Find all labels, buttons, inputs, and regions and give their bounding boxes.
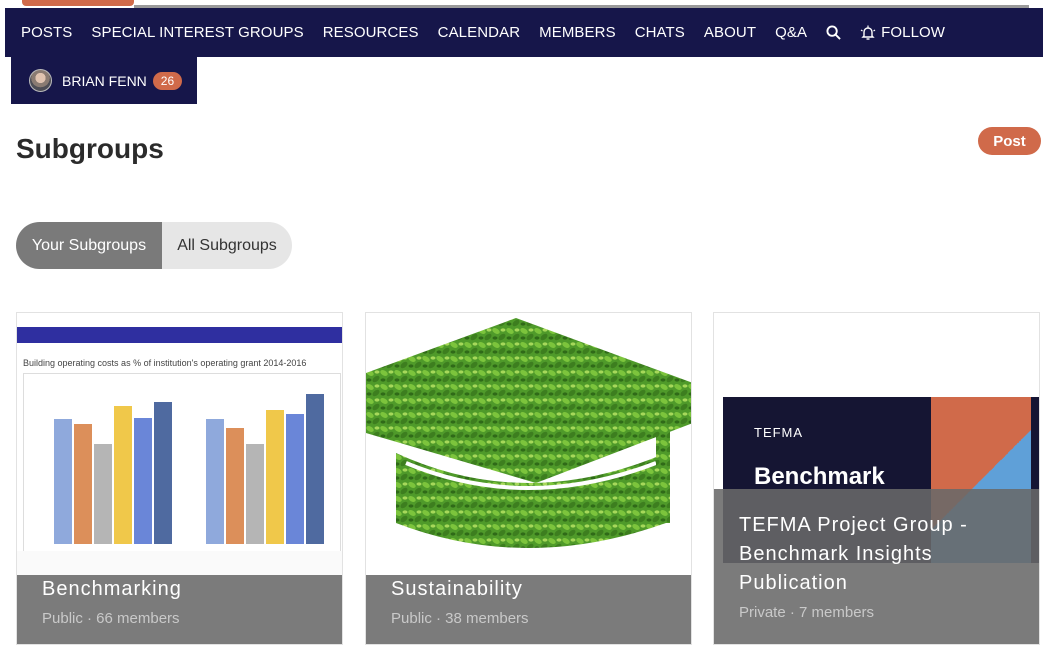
image-bar xyxy=(286,414,304,544)
nav-calendar[interactable]: CALENDAR xyxy=(438,24,521,41)
subgroup-card-benchmarking[interactable]: Building operating costs as % of institu… xyxy=(16,312,343,645)
nav-special-interest-groups[interactable]: SPECIAL INTEREST GROUPS xyxy=(91,24,303,41)
image-bar xyxy=(226,428,244,544)
nav-qa[interactable]: Q&A xyxy=(775,24,807,41)
image-bar xyxy=(266,410,284,544)
nav-resources[interactable]: RESOURCES xyxy=(323,24,419,41)
image-bar xyxy=(94,444,112,544)
card-meta: Public · 66 members xyxy=(42,610,180,627)
image-logo-text: TEFMA xyxy=(754,425,804,440)
follow-label: FOLLOW xyxy=(881,24,946,41)
post-button[interactable]: Post xyxy=(978,127,1041,155)
avatar xyxy=(29,69,52,92)
card-title: Benchmarking xyxy=(42,578,182,600)
card-overlay: Sustainability Public · 38 members xyxy=(366,575,691,644)
image-bar xyxy=(246,444,264,544)
image-bar xyxy=(306,394,324,544)
user-menu[interactable]: BRIAN FENN 26 xyxy=(11,57,197,104)
card-title: TEFMA Project Group - Benchmark Insights… xyxy=(739,514,968,594)
image-bar xyxy=(134,418,152,544)
tab-your-subgroups[interactable]: Your Subgroups xyxy=(16,222,162,269)
subgroup-card-tefma-project[interactable]: TEFMA Benchmark TEFMA Project Group - Be… xyxy=(713,312,1040,645)
image-bar xyxy=(74,424,92,544)
subgroup-tabs: Your Subgroups All Subgroups xyxy=(16,222,292,269)
nav-members[interactable]: MEMBERS xyxy=(539,24,616,41)
card-title: Sustainability xyxy=(391,578,523,600)
nav-about[interactable]: ABOUT xyxy=(704,24,756,41)
image-bar xyxy=(154,402,172,544)
image-caption: Building operating costs as % of institu… xyxy=(23,358,307,368)
main-nav: POSTS SPECIAL INTEREST GROUPS RESOURCES … xyxy=(5,8,1043,57)
image-bar-plot xyxy=(23,373,341,553)
image-tabs-strip xyxy=(17,343,342,355)
tab-all-subgroups[interactable]: All Subgroups xyxy=(162,222,292,269)
follow-button[interactable]: FOLLOW xyxy=(860,24,945,41)
card-overlay: Benchmarking Public · 66 members xyxy=(17,575,342,644)
image-header-bar xyxy=(17,327,342,343)
card-meta: Private · 7 members xyxy=(739,604,875,621)
top-accent-stub xyxy=(22,0,134,6)
notification-badge: 26 xyxy=(152,71,183,90)
subgroup-card-sustainability[interactable]: Sustainability Public · 38 members xyxy=(365,312,692,645)
card-overlay: TEFMA Project Group - Benchmark Insights… xyxy=(714,489,1039,644)
page-title: Subgroups xyxy=(16,133,164,164)
card-meta: Public · 38 members xyxy=(391,610,529,627)
image-bar xyxy=(54,419,72,544)
bell-icon xyxy=(860,25,876,41)
image-heading: Benchmark xyxy=(754,463,885,490)
user-name: BRIAN FENN xyxy=(62,72,147,89)
nav-chats[interactable]: CHATS xyxy=(635,24,685,41)
search-icon[interactable] xyxy=(826,25,841,40)
image-bar xyxy=(114,406,132,544)
nav-posts[interactable]: POSTS xyxy=(21,24,72,41)
image-bar xyxy=(206,419,224,544)
